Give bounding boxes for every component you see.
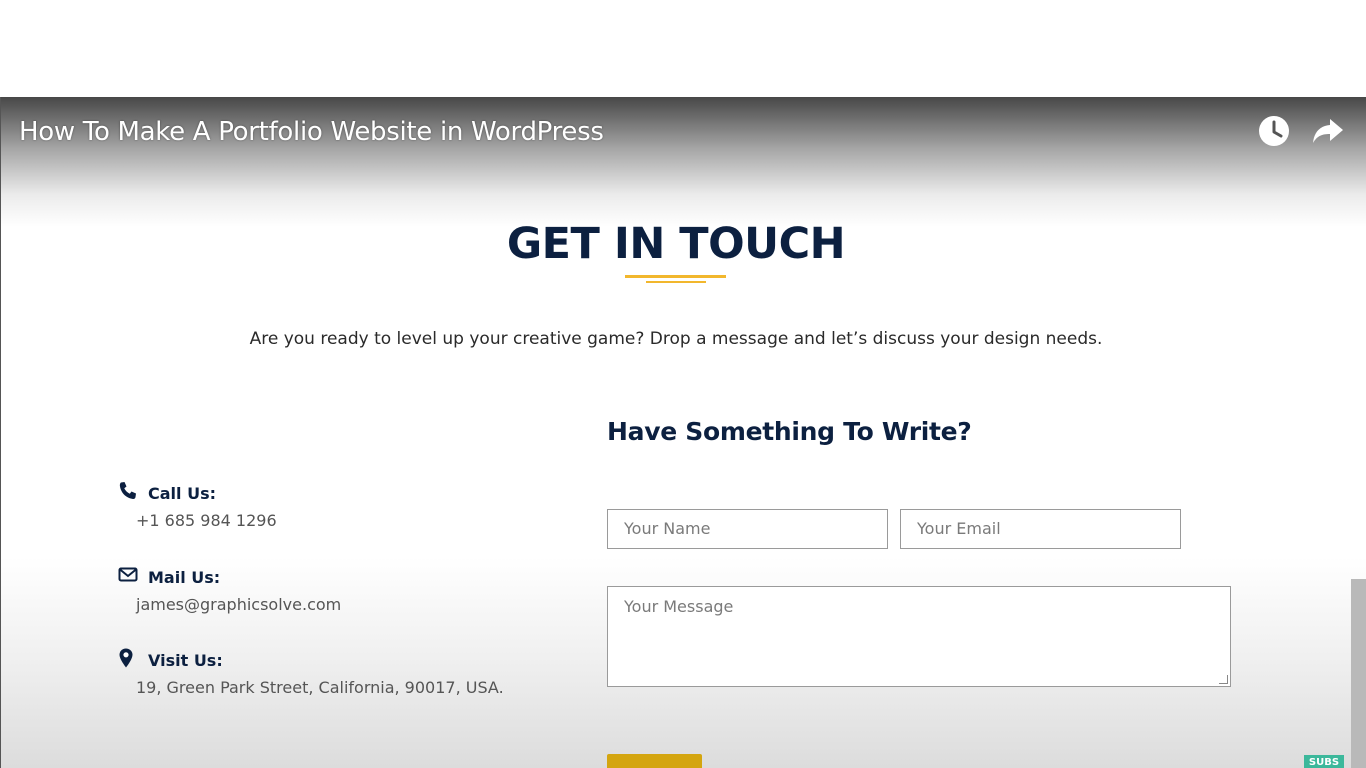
submit-button[interactable] xyxy=(607,754,702,768)
street-address: 19, Green Park Street, California, 90017… xyxy=(136,678,504,697)
map-pin-icon xyxy=(118,648,138,668)
email-input[interactable]: Your Email xyxy=(900,509,1181,549)
message-placeholder: Your Message xyxy=(624,597,734,616)
page-top-strip xyxy=(0,0,1366,97)
phone-icon xyxy=(118,481,138,501)
subscribe-badge[interactable]: SUBS xyxy=(1304,755,1344,768)
visit-label: Visit Us: xyxy=(148,651,223,670)
call-label: Call Us: xyxy=(148,484,216,503)
heading-underline-short xyxy=(646,281,706,283)
section-intro: Are you ready to level up your creative … xyxy=(249,329,1103,349)
video-title[interactable]: How To Make A Portfolio Website in WordP… xyxy=(19,117,604,147)
email-address: james@graphicsolve.com xyxy=(136,595,342,614)
name-input[interactable]: Your Name xyxy=(607,509,888,549)
resize-handle[interactable] xyxy=(1219,675,1228,684)
phone-number: +1 685 984 1296 xyxy=(136,511,277,530)
watch-later-button[interactable] xyxy=(1257,115,1291,152)
scrollbar-thumb[interactable] xyxy=(1351,579,1366,768)
clock-icon xyxy=(1258,115,1290,152)
share-button[interactable] xyxy=(1311,116,1345,150)
mail-label: Mail Us: xyxy=(148,568,221,587)
share-arrow-icon xyxy=(1312,116,1344,151)
message-textarea[interactable]: Your Message xyxy=(607,586,1231,687)
envelope-icon xyxy=(118,565,138,585)
form-title: Have Something To Write? xyxy=(607,417,972,446)
video-player[interactable]: GET IN TOUCH Are you ready to level up y… xyxy=(0,97,1366,768)
heading-underline-long xyxy=(625,275,726,278)
